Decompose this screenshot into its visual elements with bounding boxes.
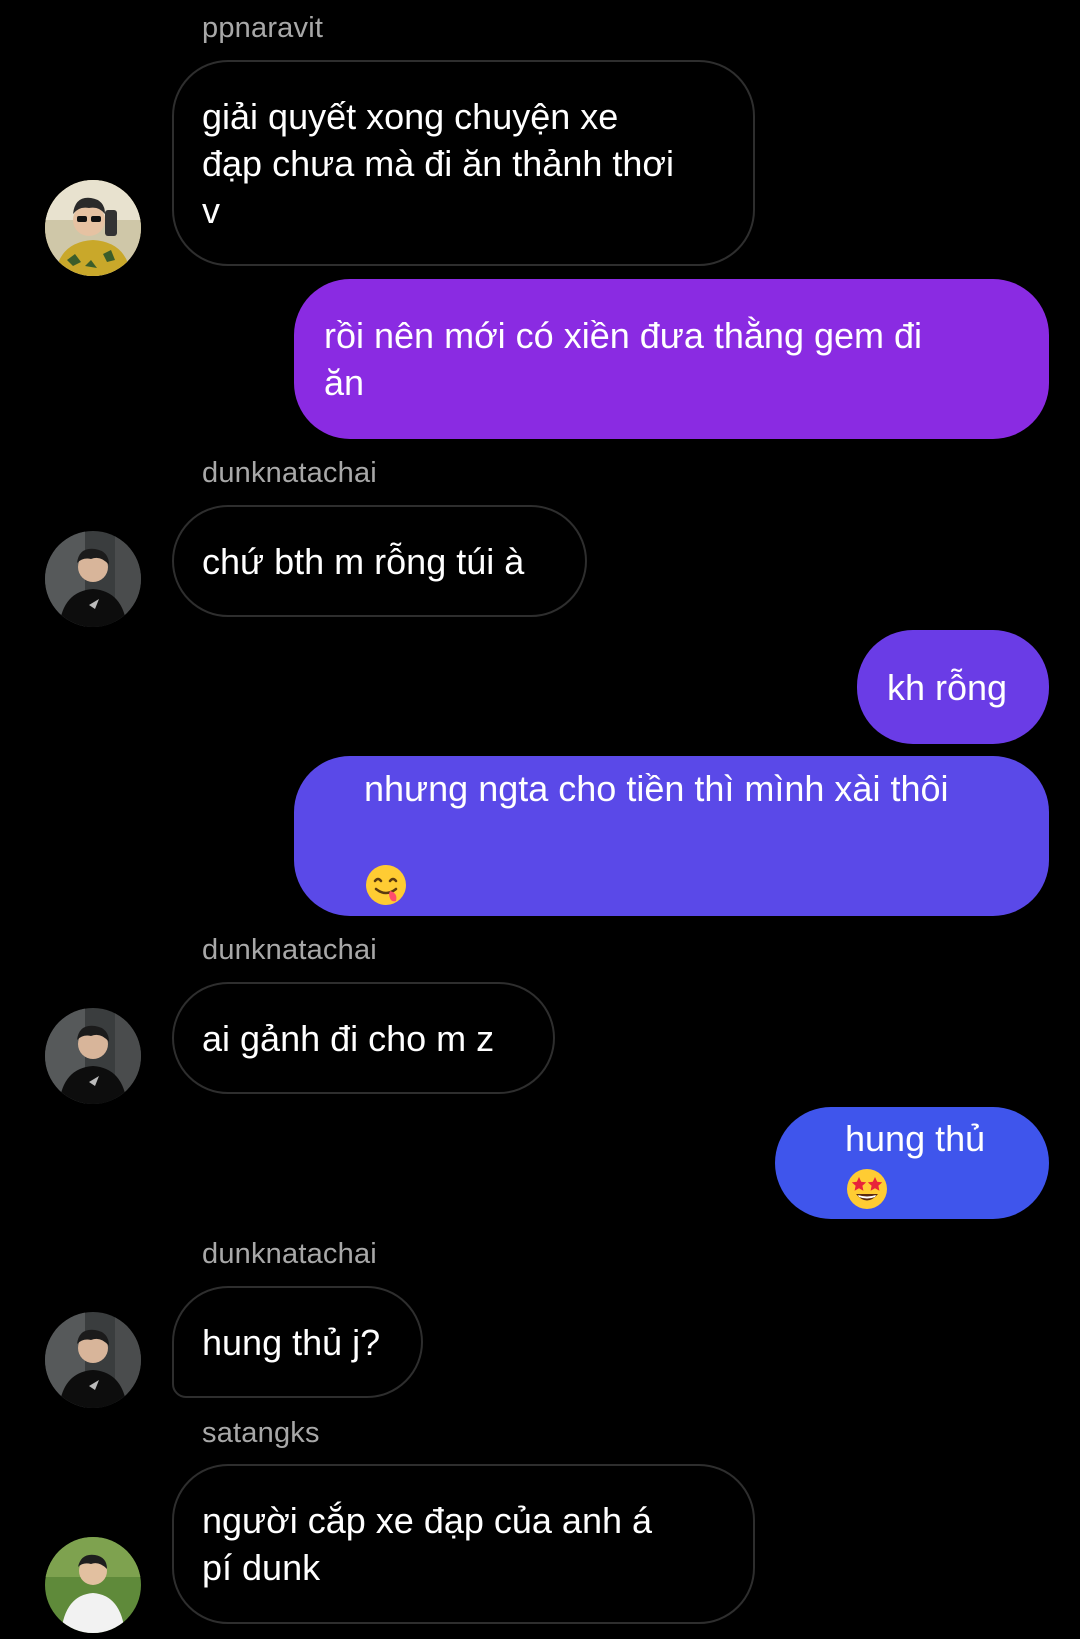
avatar-photo	[45, 1537, 141, 1633]
message-text: giải quyết xong chuyện xe đạp chưa mà đi…	[202, 95, 675, 231]
message-text: kh rỗng	[887, 666, 1008, 708]
avatar[interactable]	[45, 531, 141, 627]
outgoing-message-bubble[interactable]: hung thủ	[775, 1107, 1049, 1219]
message-text: hung thủ j?	[202, 1321, 381, 1363]
message-text: ai gảnh đi cho m z	[202, 1017, 495, 1059]
message-text: nhưng ngta cho tiền thì mình xài thôi	[364, 767, 949, 809]
message-content: hung thủ	[805, 1068, 985, 1257]
avatar-photo	[45, 531, 141, 627]
message-text: hung thủ	[845, 1118, 986, 1160]
avatar-photo	[45, 1008, 141, 1104]
avatar[interactable]	[45, 180, 141, 276]
outgoing-message-bubble[interactable]: rồi nên mới có xiền đưa thằng gem đi ăn	[294, 279, 1049, 439]
sender-name: dunknatachai	[202, 1238, 377, 1270]
message-text: rồi nên mới có xiền đưa thằng gem đi ăn	[324, 315, 923, 403]
yum-face-emoji	[366, 865, 407, 906]
sender-name: satangks	[202, 1417, 320, 1449]
sender-name: dunknatachai	[202, 457, 377, 489]
message-text: chứ bth m rỗng túi à	[202, 540, 525, 582]
avatar-photo	[45, 1312, 141, 1408]
message-text: người cắp xe đạp của anh á pí dunk	[202, 1500, 653, 1588]
sender-name: dunknatachai	[202, 934, 377, 966]
star-struck-emoji	[847, 1168, 888, 1209]
avatar[interactable]	[45, 1537, 141, 1633]
incoming-message-bubble[interactable]: ai gảnh đi cho m z	[172, 982, 555, 1094]
avatar-photo	[45, 180, 141, 276]
avatar[interactable]	[45, 1312, 141, 1408]
avatar[interactable]	[45, 1008, 141, 1104]
incoming-message-bubble[interactable]: giải quyết xong chuyện xe đạp chưa mà đi…	[172, 60, 755, 266]
incoming-message-bubble[interactable]: hung thủ j?	[172, 1286, 423, 1398]
incoming-message-bubble[interactable]: người cắp xe đạp của anh á pí dunk	[172, 1464, 755, 1624]
outgoing-message-bubble[interactable]: nhưng ngta cho tiền thì mình xài thôi	[294, 756, 1049, 916]
message-content: nhưng ngta cho tiền thì mình xài thôi	[324, 718, 949, 954]
sender-name: ppnaravit	[202, 12, 324, 44]
incoming-message-bubble[interactable]: chứ bth m rỗng túi à	[172, 505, 587, 617]
